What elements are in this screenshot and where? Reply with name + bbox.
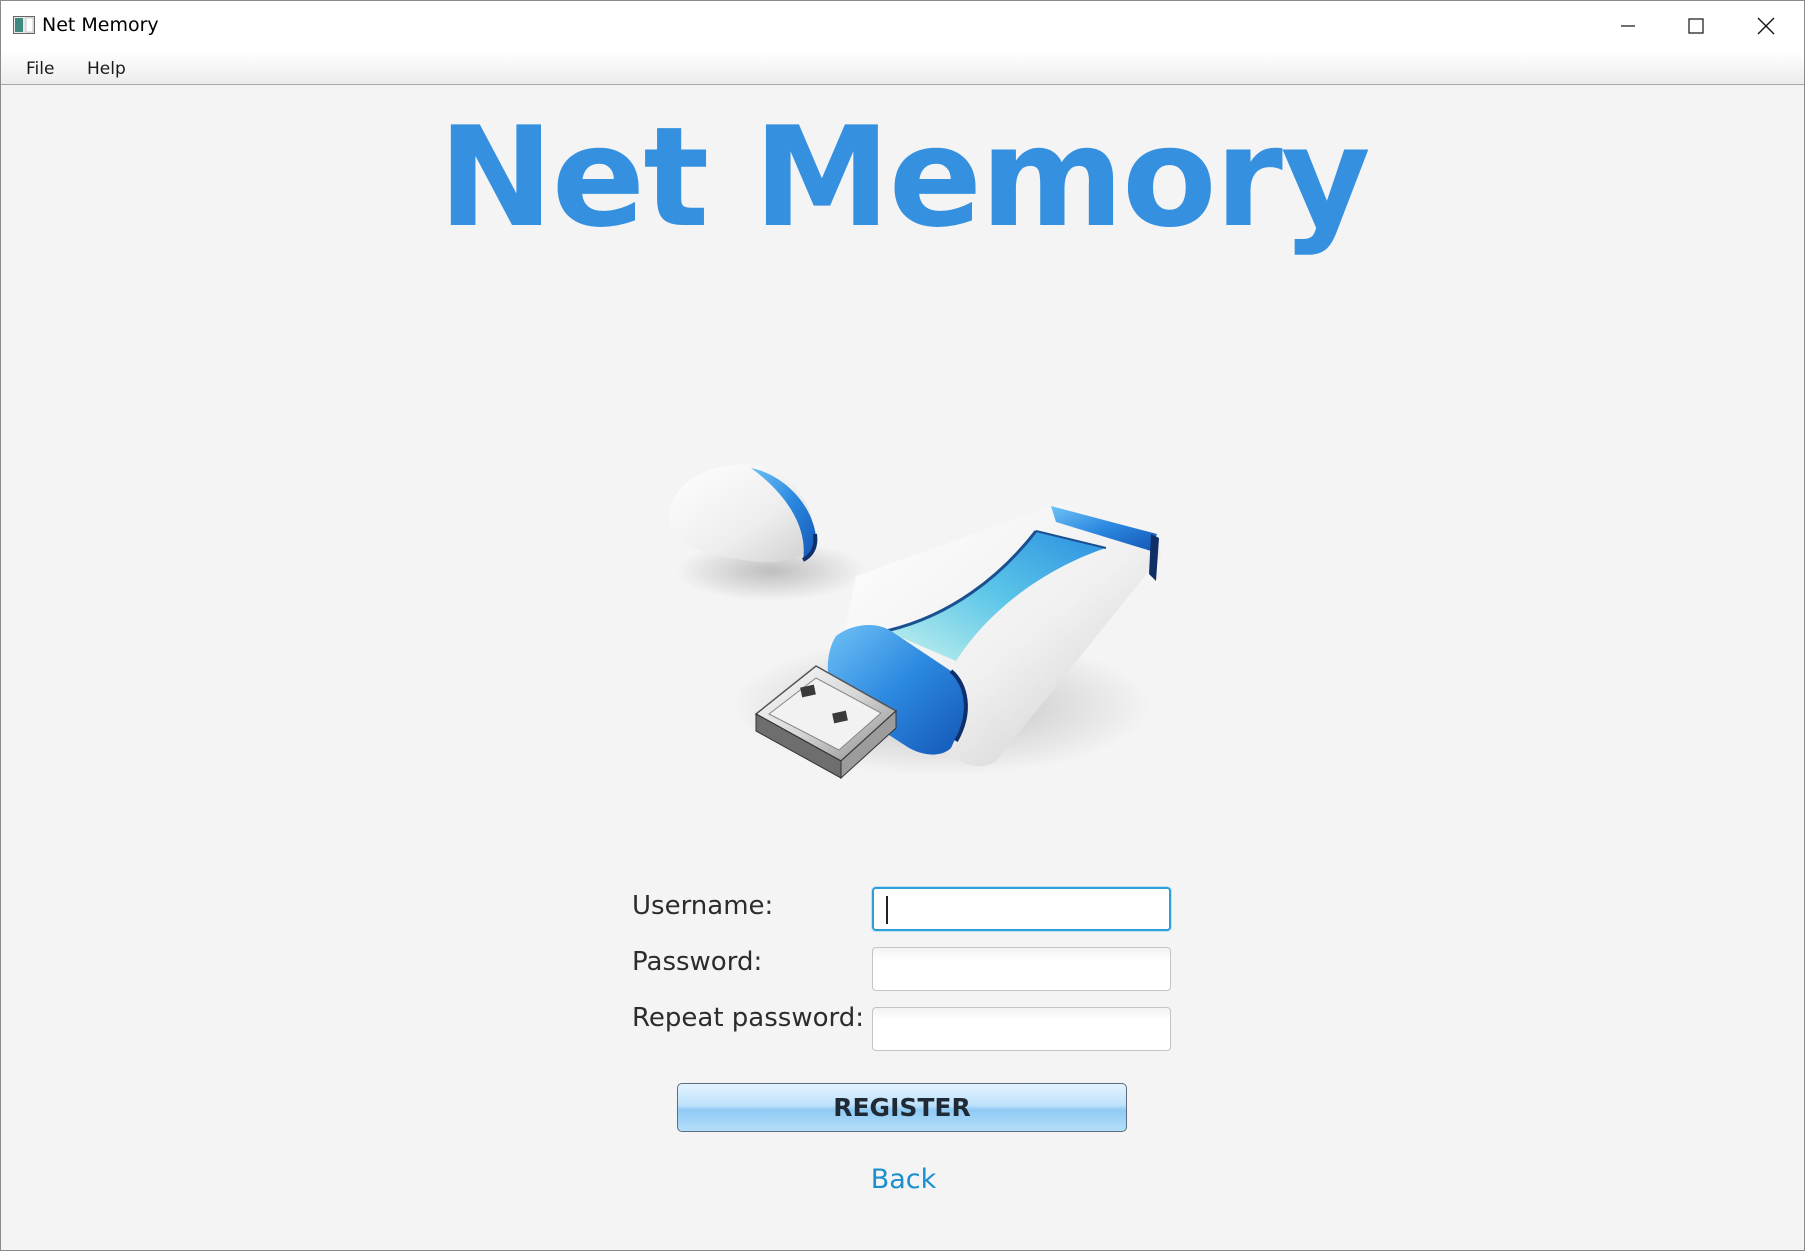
app-icon <box>13 16 35 34</box>
minimize-icon <box>1621 25 1635 27</box>
password-input[interactable] <box>872 947 1171 991</box>
minimize-button[interactable] <box>1594 1 1662 51</box>
repeat-password-label: Repeat password: <box>632 1003 864 1033</box>
back-link[interactable]: Back <box>871 1164 937 1195</box>
password-label: Password: <box>632 947 763 977</box>
repeat-password-input[interactable] <box>872 1007 1171 1051</box>
username-label: Username: <box>632 891 774 921</box>
usb-drive-icon <box>668 464 1161 780</box>
text-caret <box>886 896 888 924</box>
app-window: Net Memory File Help Net Memory Username… <box>0 0 1805 1251</box>
close-button[interactable] <box>1732 1 1800 51</box>
maximize-icon <box>1688 18 1704 34</box>
register-button[interactable]: REGISTER <box>677 1083 1127 1132</box>
menu-file[interactable]: File <box>26 57 54 81</box>
app-title: Net Memory <box>438 97 1371 258</box>
close-icon <box>1757 17 1775 35</box>
menu-bar: File Help <box>1 51 1804 85</box>
title-bar[interactable]: Net Memory <box>1 1 1804 51</box>
back-link-row: Back <box>1 1164 1806 1195</box>
username-input[interactable] <box>872 887 1171 931</box>
menu-help[interactable]: Help <box>87 57 126 81</box>
window-title: Net Memory <box>42 14 159 36</box>
maximize-button[interactable] <box>1662 1 1730 51</box>
